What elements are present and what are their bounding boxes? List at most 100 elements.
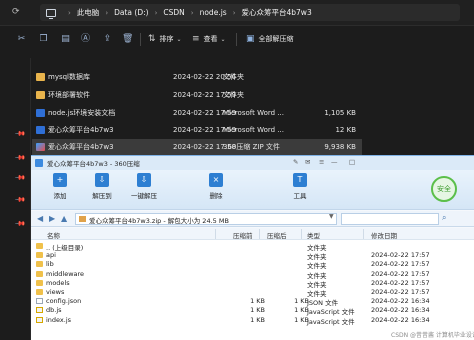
folder-icon <box>36 252 43 259</box>
paste-icon[interactable]: ▤ <box>60 34 71 45</box>
breadcrumb-csdn[interactable]: CSDN <box>163 8 184 17</box>
list-item[interactable]: .. (上级目录) 文件夹 <box>31 242 474 252</box>
security-badge[interactable]: 安全 <box>431 176 457 202</box>
extract-all-label: 全部解压缩 <box>258 35 294 43</box>
address-bar: ⟳ › 此电脑 › Data (D:) › CSDN › node.js › 爱… <box>0 0 474 26</box>
column-size[interactable]: 压缩前 <box>233 230 253 240</box>
list-item[interactable]: db.js 1 KB 1 KB JavaScript 文件 2024-02-22… <box>31 306 474 316</box>
view-icon: ≡ <box>192 34 200 44</box>
file-size: 9,938 KB <box>324 143 356 151</box>
extract-to-icon: ⇩ <box>95 173 109 187</box>
command-bar <box>0 30 474 50</box>
chevron-down-icon[interactable]: ▼ <box>329 213 334 220</box>
js-file-icon <box>36 307 43 314</box>
list-item[interactable]: views 文件夹 2024-02-22 17:57 <box>31 288 474 298</box>
column-divider[interactable] <box>259 229 260 239</box>
chevron-right-icon: › <box>232 8 236 17</box>
back-icon[interactable]: ◀ <box>37 214 43 223</box>
pin-icon[interactable]: 📌 <box>14 194 26 206</box>
extract-all-button[interactable]: ▣ 全部解压缩 <box>246 34 294 44</box>
column-divider[interactable] <box>363 229 364 239</box>
file-size: 12 KB <box>335 126 356 134</box>
item-date: 2024-02-22 16:34 <box>371 306 430 315</box>
item-compressed: 1 KB <box>294 297 309 306</box>
maximize-icon[interactable]: □ <box>349 158 355 166</box>
breadcrumb-nodejs[interactable]: node.js <box>200 8 227 17</box>
archive-path-field[interactable]: 爱心众筹平台4b7w3.zip - 解包大小为 24.5 MB V <box>75 213 366 225</box>
delete-button[interactable]: × 删除 <box>199 173 233 200</box>
item-type: JavaScript 文件 <box>307 317 355 326</box>
archive-icon <box>79 216 86 222</box>
list-item[interactable]: config.json 1 KB 1 KB JSON 文件 2024-02-22… <box>31 297 474 307</box>
breadcrumb-drive[interactable]: Data (D:) <box>114 8 148 17</box>
cut-icon[interactable]: ✂ <box>16 34 27 45</box>
column-compressed[interactable]: 压缩后 <box>267 230 287 240</box>
search-input[interactable] <box>341 213 439 225</box>
forward-icon[interactable]: ▶ <box>49 214 55 223</box>
file-name: node.js环境安装文档 <box>48 109 116 117</box>
zip-title-bar[interactable]: 爱心众筹平台4b7w3 - 360压缩 ✎ ✉ ≡ — □ <box>31 156 474 170</box>
pin-icon[interactable]: 📌 <box>14 128 26 140</box>
item-date: 2024-02-22 17:57 <box>371 278 430 287</box>
search-icon[interactable]: ⌕ <box>442 213 446 223</box>
message-icon[interactable]: ✉ <box>305 158 310 166</box>
tools-button[interactable]: T 工具 <box>283 173 317 200</box>
minimize-icon[interactable]: — <box>331 158 338 166</box>
column-date[interactable]: 修改日期 <box>371 230 397 240</box>
sort-button[interactable]: ⇅ 排序 ⌄ <box>148 34 186 44</box>
item-compressed: 1 KB <box>294 315 309 324</box>
pin-icon[interactable]: 📌 <box>14 152 26 164</box>
add-icon: + <box>53 173 67 187</box>
menu-icon[interactable]: ≡ <box>319 158 324 166</box>
folder-up-icon <box>36 243 43 249</box>
item-date: 2024-02-22 16:34 <box>371 315 430 324</box>
rename-icon[interactable]: Ⓐ <box>80 34 91 45</box>
list-item[interactable]: lib 文件夹 2024-02-22 17:57 <box>31 260 474 270</box>
file-type: 文件夹 <box>223 73 244 81</box>
list-item[interactable]: middleware 文件夹 2024-02-22 17:57 <box>31 270 474 280</box>
item-date: 2024-02-22 16:34 <box>371 297 430 306</box>
one-click-extract-button[interactable]: ⇩ 一键解压 <box>127 173 161 200</box>
column-type[interactable]: 类型 <box>307 230 320 240</box>
file-type: Microsoft Word ... <box>223 126 284 134</box>
breadcrumb-current-folder[interactable]: 爱心众筹平台4b7w3 <box>242 7 312 18</box>
folder-icon <box>36 289 43 295</box>
sort-icon: ⇅ <box>148 34 156 44</box>
file-row[interactable]: mysql数据库 2024-02-22 20:56 文件夹 <box>32 69 362 85</box>
chevron-right-icon: › <box>105 8 109 17</box>
chevron-down-icon: ⌄ <box>220 35 226 43</box>
file-row[interactable]: 环境部署软件 2024-02-22 17:59 文件夹 <box>32 87 362 103</box>
file-type: Microsoft Word ... <box>223 109 284 117</box>
share-icon[interactable]: ⇪ <box>102 34 113 45</box>
item-name: models <box>46 278 70 287</box>
item-size: 1 KB <box>250 315 265 324</box>
breadcrumb[interactable]: › 此电脑 › Data (D:) › CSDN › node.js › 爱心众… <box>40 4 460 21</box>
column-divider[interactable] <box>215 229 216 239</box>
item-size: 1 KB <box>250 306 265 315</box>
pin-icon[interactable]: 📌 <box>14 172 26 184</box>
refresh-icon[interactable]: ⟳ <box>12 7 30 19</box>
extract-to-button[interactable]: ⇩ 解压到 <box>85 173 119 200</box>
copy-icon[interactable]: ❐ <box>38 34 49 45</box>
folder-icon <box>36 270 43 277</box>
view-button[interactable]: ≡ 查看 ⌄ <box>192 34 230 44</box>
list-item[interactable]: api 文件夹 2024-02-22 17:57 <box>31 251 474 261</box>
file-row[interactable]: 爱心众筹平台4b7w3 2024-02-22 17:59 Microsoft W… <box>32 122 362 138</box>
skin-icon[interactable]: ✎ <box>293 158 298 166</box>
list-item[interactable]: index.js 1 KB 1 KB JavaScript 文件 2024-02… <box>31 315 474 326</box>
column-name[interactable]: 名称 <box>47 230 60 240</box>
folder-icon <box>36 73 45 81</box>
delete-icon[interactable]: 🗑 <box>122 34 133 45</box>
column-divider[interactable] <box>301 229 302 239</box>
file-row-selected[interactable]: 爱心众筹平台4b7w3 2024-02-22 17:58 360压缩 ZIP 文… <box>32 139 362 155</box>
add-label: 添加 <box>53 192 67 200</box>
add-button[interactable]: + 添加 <box>43 173 77 200</box>
up-icon[interactable]: ▲ <box>61 214 67 223</box>
file-row[interactable]: node.js环境安装文档 2024-02-22 17:59 Microsoft… <box>32 105 362 121</box>
breadcrumb-this-pc[interactable]: 此电脑 <box>77 7 100 18</box>
view-label: 查看 <box>203 35 218 43</box>
delete-label: 删除 <box>209 192 223 200</box>
pin-icon[interactable]: 📌 <box>14 218 26 230</box>
delete-icon: × <box>209 173 223 187</box>
list-item[interactable]: models 文件夹 2024-02-22 17:57 <box>31 278 474 289</box>
